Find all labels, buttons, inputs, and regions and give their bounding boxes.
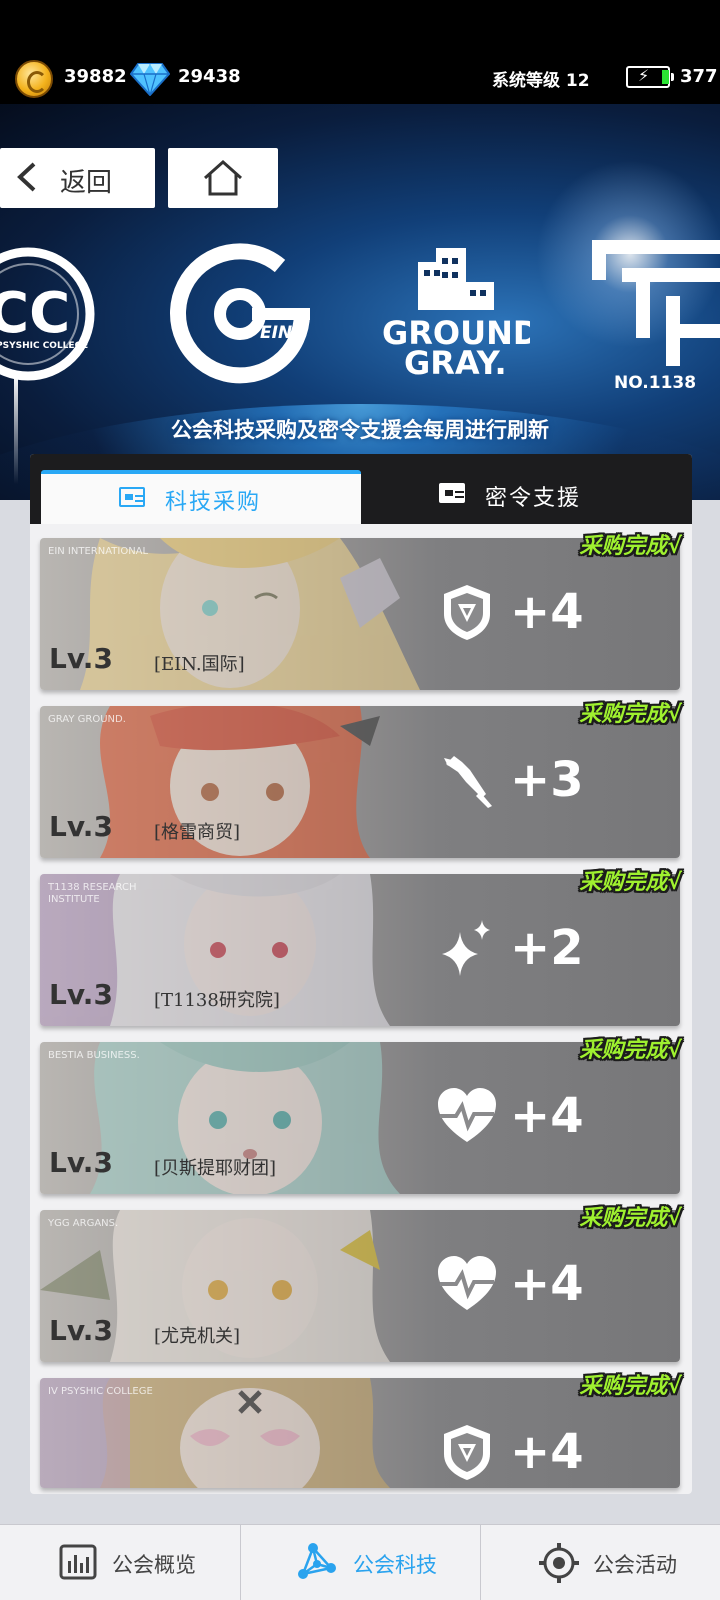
purchase-complete-badge: 采购完成√	[579, 1038, 682, 1063]
tech-level: Lv.3	[49, 978, 113, 1011]
tech-card-t1138[interactable]: T1138 RESEARCH INSTITUTE Lv.3 [T1138研究院]…	[40, 874, 680, 1026]
svg-text:PSYSHIC COLLEGE: PSYSHIC COLLEGE	[0, 341, 88, 351]
refresh-notice: 公会科技采购及密令支援会每周进行刷新	[171, 418, 549, 442]
tech-level: Lv.3	[49, 1314, 113, 1347]
target-icon	[539, 1543, 579, 1583]
purchase-complete-badge: 采购完成√	[579, 534, 682, 559]
chevron-left-icon	[17, 162, 36, 192]
purchase-complete-badge: 采购完成√	[579, 870, 682, 895]
guild-tech-banner: 返回 CC PSYSHIC COLLEGE EIN GROUND GRAY. N…	[0, 104, 720, 500]
heartbeat-icon	[438, 1256, 496, 1310]
back-label: 返回	[60, 168, 113, 198]
heartbeat-icon	[438, 1088, 496, 1142]
groundgray-logo: GROUND GRAY.	[382, 248, 530, 382]
bonus-value: +4	[510, 1256, 584, 1312]
network-icon	[298, 1543, 336, 1579]
nav-guild-tech[interactable]: 公会科技	[240, 1525, 480, 1600]
shield-icon	[444, 585, 490, 640]
home-button[interactable]	[168, 148, 278, 208]
sparkle-icon	[442, 920, 490, 976]
bonus-value: +3	[510, 752, 584, 808]
org-tagline: BESTIA BUSINESS.	[48, 1050, 140, 1061]
back-button[interactable]: 返回	[0, 148, 155, 208]
org-tagline: T1138 RESEARCH INSTITUTE	[48, 882, 137, 905]
org-tagline: YGG ARGANS.	[48, 1218, 119, 1229]
svg-text:CC: CC	[0, 281, 70, 346]
tech-card-ygg[interactable]: YGG ARGANS. Lv.3 [尤克机关] +4	[40, 1210, 680, 1362]
gem-icon	[130, 63, 170, 96]
status-bar: 39882 29438 系统等级 12 ⚡ 377	[0, 0, 720, 104]
tech-card-graytrade[interactable]: GRAY GROUND. Lv.3 [格雷商贸] +3	[40, 706, 680, 858]
bonus-value: +4	[510, 584, 584, 640]
svg-text:NO.1138: NO.1138	[614, 373, 696, 390]
tab-label: 科技采购	[165, 490, 262, 515]
nav-label: 公会活动	[593, 1553, 677, 1577]
tech-level: Lv.3	[49, 642, 113, 675]
tab-tech-purchase[interactable]: 科技采购	[41, 470, 361, 524]
svg-text:GRAY.: GRAY.	[404, 344, 507, 382]
purchase-complete-badge: 采购完成√	[579, 1206, 682, 1231]
nav-guild-overview[interactable]: 公会概览	[0, 1525, 240, 1600]
tech-level: Lv.3	[49, 810, 113, 843]
tech-card-ein[interactable]: EIN INTERNATIONAL Lv.3 [EIN.国际] +4	[40, 538, 680, 690]
system-level: 系统等级 12	[492, 71, 590, 91]
org-name: [EIN.国际]	[154, 654, 245, 675]
ein-logo: EIN	[170, 243, 310, 384]
gem-count: 29438	[178, 66, 241, 87]
purchase-complete-badge: 采购完成√	[579, 1374, 682, 1399]
tab-label: 密令支援	[485, 486, 582, 511]
org-tagline: EIN INTERNATIONAL	[48, 546, 149, 557]
tech-panel: 科技采购 密令支援 EIN INTERNATIONAL Lv.3 [EIN.国际…	[30, 454, 692, 1494]
bolt-icon: ⚡	[638, 66, 650, 85]
nav-guild-activity[interactable]: 公会活动	[480, 1525, 720, 1600]
bottom-nav: 公会概览 公会科技 公会活动	[0, 1524, 720, 1600]
tech-card-bestia[interactable]: BESTIA BUSINESS. Lv.3 [贝斯提耶财团] +4	[40, 1042, 680, 1194]
bonus-value: +2	[510, 920, 584, 976]
org-tagline: GRAY GROUND.	[48, 714, 126, 725]
tech-level: Lv.3	[49, 1146, 113, 1179]
blade-icon	[444, 756, 492, 808]
org-name: [格雷商贸]	[154, 822, 241, 843]
card-icon	[119, 487, 145, 507]
home-icon	[204, 159, 242, 196]
purchase-complete-badge: 采购完成√	[579, 702, 682, 727]
org-name: [尤克机关]	[154, 1326, 241, 1347]
nav-label: 公会科技	[353, 1553, 437, 1577]
shield-icon	[444, 1425, 490, 1480]
ivpc-logo: CC PSYSHIC COLLEGE	[0, 247, 95, 381]
org-name: [贝斯提耶财团]	[154, 1158, 277, 1179]
card-icon	[439, 483, 465, 503]
org-tagline: IV PSYSHIC COLLEGE	[48, 1386, 153, 1397]
coin-icon	[15, 60, 53, 98]
tab-secret-support[interactable]: 密令支援	[361, 470, 681, 524]
svg-text:EIN: EIN	[260, 323, 292, 343]
bonus-value: +4	[510, 1424, 584, 1480]
nav-label: 公会概览	[112, 1553, 196, 1577]
tab-bar: 科技采购 密令支援	[30, 454, 692, 524]
org-name: [T1138研究院]	[154, 990, 280, 1011]
t1138-logo: NO.1138	[592, 240, 720, 390]
energy-count: 377	[680, 66, 718, 87]
coin-count: 39882	[64, 66, 127, 87]
bonus-value: +4	[510, 1088, 584, 1144]
chart-icon	[59, 1544, 97, 1580]
